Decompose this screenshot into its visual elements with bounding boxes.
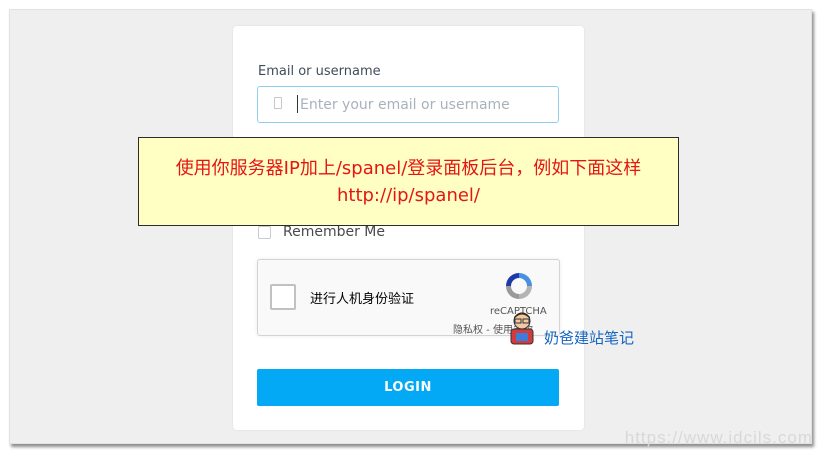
recaptcha-checkbox[interactable] [270, 284, 296, 310]
instruction-url: http://ip/spanel/ [336, 185, 480, 206]
email-label: Email or username [258, 64, 381, 79]
instruction-text: 使用你服务器IP加上/spanel/登录面板后台，例如下面这样 [175, 158, 642, 179]
recaptcha-label: 进行人机身份验证 [310, 292, 415, 307]
recaptcha-logo-icon [506, 273, 532, 299]
login-button[interactable]: LOGIN [257, 369, 559, 406]
watermark-avatar-icon [510, 312, 534, 345]
watermark-url: https://www.idcils.com [624, 428, 813, 447]
remember-me-label: Remember Me [283, 224, 385, 240]
email-field-wrapper[interactable] [257, 86, 559, 123]
email-input[interactable] [300, 87, 550, 122]
watermark-name: 奶爸建站笔记 [544, 329, 635, 347]
remember-me-checkbox[interactable] [258, 225, 271, 239]
user-icon [274, 97, 282, 109]
instruction-note: 使用你服务器IP加上/spanel/登录面板后台，例如下面这样 http://i… [138, 137, 679, 226]
text-cursor [297, 95, 298, 113]
